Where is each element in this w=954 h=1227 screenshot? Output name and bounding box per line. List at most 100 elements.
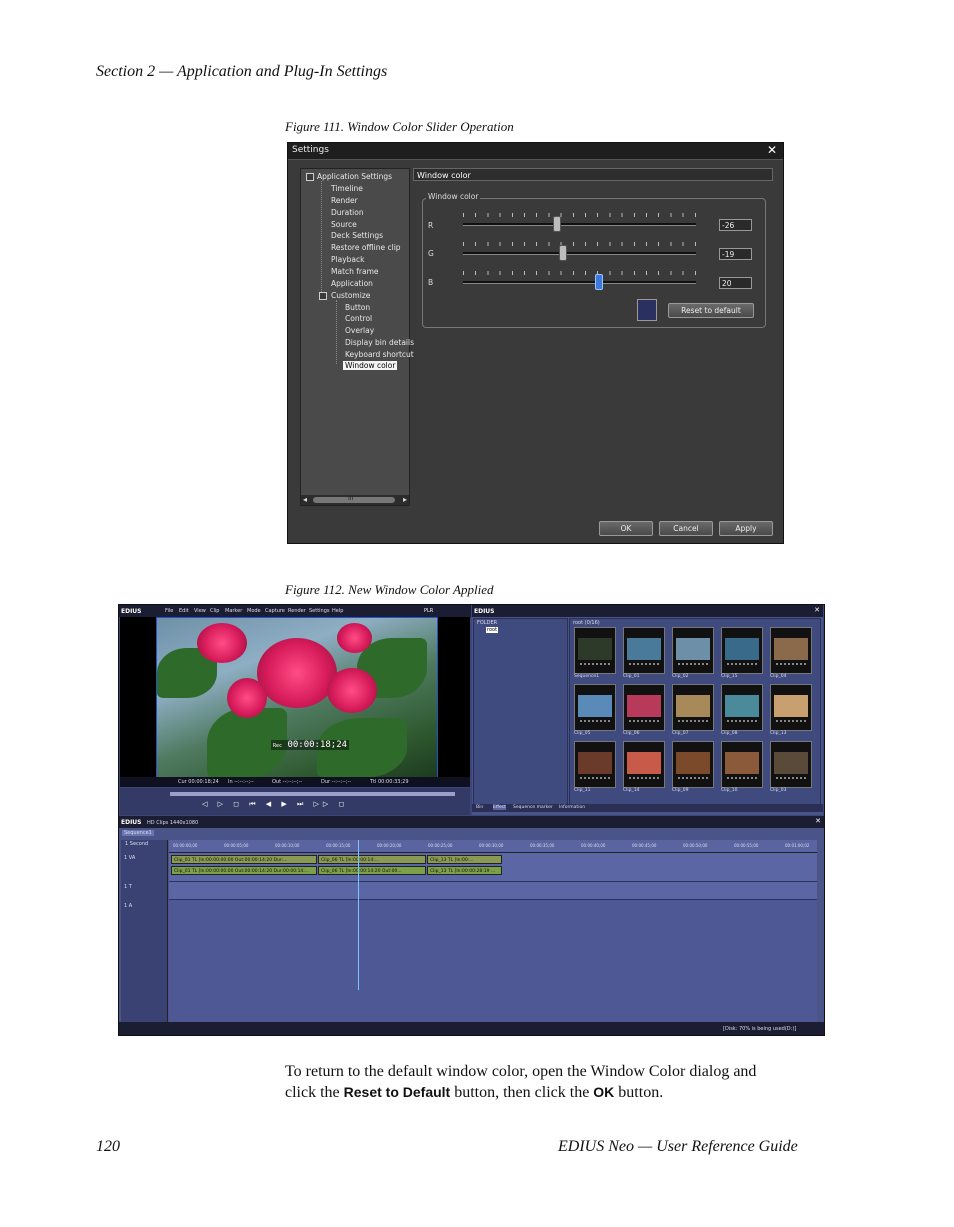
clip-label: Clip_15 xyxy=(721,674,738,679)
dur-timecode: Dur --:--:--;-- xyxy=(321,779,352,785)
tree-item-timeline[interactable]: Timeline xyxy=(331,184,363,193)
clip-thumbnail[interactable] xyxy=(770,684,812,731)
timeline-clip[interactable]: Clip_13 TL [In:00:00:28:19 ... xyxy=(427,866,502,875)
close-icon[interactable]: ✕ xyxy=(814,606,820,614)
menu-clip[interactable]: Clip xyxy=(210,608,219,614)
playback-buttons[interactable]: ◁ ▷ ◻ ⏮ ◀ ▶ ⏭ ▷▷ ◻ xyxy=(202,800,348,809)
tab-bin[interactable]: Bin xyxy=(476,805,483,810)
tree-item-restore-offline-clip[interactable]: Restore offline clip xyxy=(331,243,401,252)
scale-selector[interactable]: 1 Second xyxy=(125,841,148,847)
clip-timecode xyxy=(776,663,806,671)
tree-item-button[interactable]: Button xyxy=(345,303,370,312)
menu-settings[interactable]: Settings xyxy=(309,608,330,614)
timeline-clip[interactable]: Clip_06 TL [In:00:00:14:20 Out:00... xyxy=(318,866,426,875)
scroll-thumb[interactable]: III xyxy=(313,495,395,503)
clip-timecode xyxy=(580,777,610,785)
clip-thumbnail[interactable] xyxy=(623,741,665,788)
clip-image xyxy=(676,638,710,660)
menu-capture[interactable]: Capture xyxy=(265,608,285,614)
clip-timecode xyxy=(678,777,708,785)
slider-r[interactable] xyxy=(552,216,561,232)
value-field-r[interactable]: -26 xyxy=(719,219,752,231)
track-name-a: 1 A xyxy=(124,903,133,909)
menu-marker[interactable]: Marker xyxy=(225,608,242,614)
tree-item-source[interactable]: Source xyxy=(331,220,357,229)
plr-toggle[interactable]: PLR xyxy=(424,608,433,614)
timeline-clip[interactable]: Clip_13 TL [In:00:... xyxy=(427,855,502,864)
clip-label: Clip_14 xyxy=(623,788,640,793)
tree-item-duration[interactable]: Duration xyxy=(331,208,364,217)
value-field-b[interactable]: 20 xyxy=(719,277,752,289)
tree-item-deck-settings[interactable]: Deck Settings xyxy=(331,231,383,240)
settings-tree: Application Settings Timeline Render Dur… xyxy=(300,168,414,506)
body-line-2-suffix: button. xyxy=(618,1084,664,1101)
clip-thumbnail[interactable] xyxy=(574,741,616,788)
slider-b[interactable] xyxy=(594,274,603,290)
tree-item-render[interactable]: Render xyxy=(331,196,358,205)
menu-edit[interactable]: Edit xyxy=(179,608,189,614)
menu-mode[interactable]: Mode xyxy=(247,608,261,614)
tree-item-application-settings[interactable]: Application Settings xyxy=(317,172,392,181)
menu-help[interactable]: Help xyxy=(332,608,343,614)
collapse-icon[interactable] xyxy=(306,173,314,181)
scroll-right-icon[interactable]: ▸ xyxy=(403,495,407,504)
tree-item-window-color[interactable]: Window color xyxy=(343,361,398,370)
timeline-clip[interactable]: Clip_06 TL [In:00:00:14:... xyxy=(318,855,426,864)
tab-effect[interactable]: Effect xyxy=(493,805,506,810)
clip-thumbnail[interactable] xyxy=(770,627,812,674)
tree-item-overlay[interactable]: Overlay xyxy=(345,326,374,335)
slider-track-r xyxy=(463,223,696,226)
clip-thumbnail[interactable] xyxy=(721,684,763,731)
tree-item-control[interactable]: Control xyxy=(345,314,372,323)
tree-item-customize[interactable]: Customize xyxy=(331,291,370,300)
clip-thumbnail[interactable] xyxy=(623,684,665,731)
tree-horizontal-scrollbar[interactable]: ◂ III ▸ xyxy=(301,495,409,505)
timeline-cursor[interactable] xyxy=(358,840,359,990)
clip-label: Sequence1 xyxy=(574,674,600,679)
page-number: 120 xyxy=(96,1138,120,1155)
close-icon[interactable]: ✕ xyxy=(815,817,821,825)
clip-thumbnail[interactable] xyxy=(672,741,714,788)
clip-thumbnail[interactable] xyxy=(623,627,665,674)
clip-thumbnail[interactable] xyxy=(721,741,763,788)
clip-timecode xyxy=(727,720,757,728)
tree-item-playback[interactable]: Playback xyxy=(331,255,364,264)
ok-button[interactable]: OK xyxy=(599,521,653,536)
clip-image xyxy=(774,752,808,774)
tree-item-display-bin-details[interactable]: Display bin details xyxy=(345,338,414,347)
timeline-clip[interactable]: Clip_01 TL [In:00:00:00:00 Out:00:00:14:… xyxy=(171,866,317,875)
close-icon[interactable]: ✕ xyxy=(767,143,777,157)
root-folder[interactable]: root xyxy=(486,627,499,633)
clip-timecode xyxy=(678,720,708,728)
clip-thumbnail[interactable] xyxy=(770,741,812,788)
timeline-clip[interactable]: Clip_01 TL [In:00:00:00:00 Out:00:00:14:… xyxy=(171,855,317,864)
slider-g[interactable] xyxy=(559,245,568,261)
tree-item-application[interactable]: Application xyxy=(331,279,373,288)
ruler-label: 00:01:00;02 xyxy=(785,843,810,848)
menu-file[interactable]: File xyxy=(165,608,173,614)
tab-information[interactable]: Information xyxy=(559,805,585,810)
clip-thumbnail[interactable] xyxy=(574,684,616,731)
clip-thumbnail[interactable] xyxy=(721,627,763,674)
timeline-toolbar: EDIUS HD Clips 1440x1080 ✕ xyxy=(119,816,824,828)
clip-thumbnail[interactable] xyxy=(574,627,616,674)
tab-sequence-marker[interactable]: Sequence marker xyxy=(513,805,553,810)
reset-to-default-button[interactable]: Reset to default xyxy=(668,303,754,318)
clip-thumbnail[interactable] xyxy=(672,627,714,674)
ruler-label: 00:00:40;00 xyxy=(581,843,606,848)
sequence-tab[interactable]: Sequence1 xyxy=(122,830,154,836)
seek-bar[interactable] xyxy=(170,792,455,796)
collapse-icon[interactable] xyxy=(319,292,327,300)
value-field-g[interactable]: -19 xyxy=(719,248,752,260)
menu-view[interactable]: View xyxy=(194,608,206,614)
tree-line xyxy=(321,181,322,294)
tree-item-keyboard-shortcut[interactable]: Keyboard shortcut xyxy=(345,350,414,359)
timeline-ruler[interactable]: 00:00:00;00 00:00:05;00 00:00:10;00 00:00:1… xyxy=(169,840,817,853)
cancel-button[interactable]: Cancel xyxy=(659,521,713,536)
scroll-left-icon[interactable]: ◂ xyxy=(303,495,307,504)
menu-render[interactable]: Render xyxy=(288,608,306,614)
tree-item-match-frame[interactable]: Match frame xyxy=(331,267,379,276)
ruler-label: 00:00:00;00 xyxy=(173,843,198,848)
apply-button[interactable]: Apply xyxy=(719,521,773,536)
clip-thumbnail[interactable] xyxy=(672,684,714,731)
